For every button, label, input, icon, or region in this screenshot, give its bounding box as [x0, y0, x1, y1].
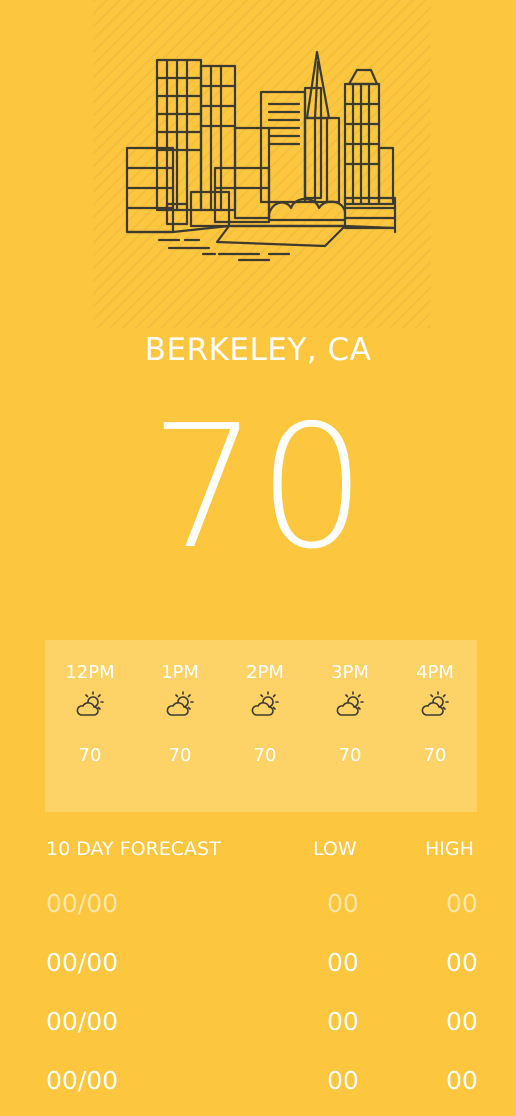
- hourly-item: 12PM 70: [50, 640, 130, 812]
- hour-time: 12PM: [65, 662, 115, 683]
- forecast-low: 00: [327, 948, 359, 977]
- forecast-title: 10 DAY FORECAST: [46, 838, 221, 860]
- forecast-date: 00/00: [46, 948, 119, 977]
- hour-temp: 70: [423, 745, 447, 766]
- forecast-high: 00: [446, 889, 478, 918]
- partly-cloudy-icon: [251, 691, 279, 716]
- partly-cloudy-icon: [166, 691, 194, 716]
- city-name: BERKELEY, CA: [144, 332, 372, 368]
- hour-time: 2PM: [246, 662, 284, 683]
- partly-cloudy-icon: [421, 691, 449, 716]
- hero-illustration: [93, 0, 431, 328]
- hourly-item: 1PM 70: [140, 640, 220, 812]
- forecast-row: 00/00 00 00: [0, 948, 516, 988]
- hourly-forecast-panel: 12PM 70 1PM 70 2PM 70 3PM 70 4PM 70: [45, 640, 477, 812]
- forecast-low: 00: [327, 1007, 359, 1036]
- forecast-row: 00/00 00 00: [0, 1066, 516, 1106]
- hourly-item: 2PM 70: [225, 640, 305, 812]
- forecast-date: 00/00: [46, 1007, 119, 1036]
- hourly-item: 4PM 70: [395, 640, 475, 812]
- forecast-low-header: LOW: [313, 838, 357, 860]
- partly-cloudy-icon: [76, 691, 104, 716]
- hour-time: 4PM: [416, 662, 454, 683]
- hourly-item: 3PM 70: [310, 640, 390, 812]
- forecast-high: 00: [446, 1066, 478, 1095]
- partly-cloudy-icon: [336, 691, 364, 716]
- current-temperature: 70: [149, 389, 367, 587]
- forecast-low: 00: [327, 889, 359, 918]
- hour-temp: 70: [338, 745, 362, 766]
- hour-temp: 70: [78, 745, 102, 766]
- forecast-low: 00: [327, 1066, 359, 1095]
- forecast-row: 00/00 00 00: [0, 889, 516, 929]
- forecast-high: 00: [446, 948, 478, 977]
- city-skyline-icon: [125, 50, 397, 262]
- forecast-date: 00/00: [46, 889, 119, 918]
- hour-time: 1PM: [161, 662, 199, 683]
- forecast-date: 00/00: [46, 1066, 119, 1095]
- hour-temp: 70: [253, 745, 277, 766]
- hour-time: 3PM: [331, 662, 369, 683]
- forecast-row: 00/00 00 00: [0, 1007, 516, 1047]
- hour-temp: 70: [168, 745, 192, 766]
- forecast-high-header: HIGH: [425, 838, 474, 860]
- forecast-high: 00: [446, 1007, 478, 1036]
